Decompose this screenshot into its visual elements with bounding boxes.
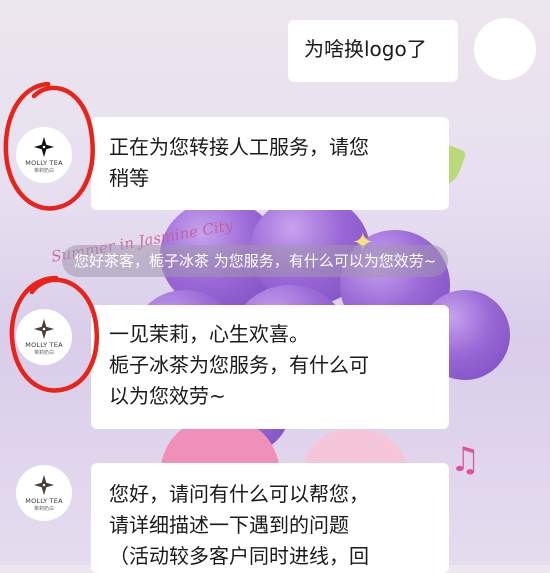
four-petal-logo-icon xyxy=(33,474,55,496)
four-petal-logo-icon xyxy=(33,136,55,158)
message-line: 您好，请问有什么可以帮您， xyxy=(109,482,369,506)
avatar-brand: MOLLY TEA xyxy=(25,159,63,167)
user-message-text: 为啥换logo了 xyxy=(304,37,427,61)
message-line: 以为您效劳~ xyxy=(109,384,226,408)
music-note-icon: ♫ xyxy=(450,440,481,480)
bot-avatar[interactable]: MOLLY TEA 茉莉奶白 xyxy=(16,127,72,183)
message-line: 正在为您转接人工服务，请您 xyxy=(109,135,369,159)
user-avatar[interactable] xyxy=(474,18,536,80)
message-line: 栀子冰茶为您服务，有什么可 xyxy=(109,353,369,377)
avatar-brand-sub: 茉莉奶白 xyxy=(33,168,54,174)
bot-message-bubble[interactable]: 正在为您转接人工服务，请您 稍等 xyxy=(91,117,449,210)
message-line: 稍等 xyxy=(109,166,149,190)
four-petal-logo-icon xyxy=(33,318,55,340)
bot-avatar[interactable]: MOLLY TEA 茉莉奶白 xyxy=(16,309,72,365)
system-notice: 您好茶客，栀子冰茶 为您服务，有什么可以为您效劳~ xyxy=(62,245,449,277)
avatar-brand-sub: 茉莉奶白 xyxy=(33,506,54,512)
message-line: 请详细描述一下遇到的问题 xyxy=(109,513,349,537)
avatar-brand: MOLLY TEA xyxy=(25,497,63,505)
message-line: 一见茉莉，心生欢喜。 xyxy=(109,322,309,346)
avatar-brand: MOLLY TEA xyxy=(25,341,63,349)
message-line: （活动较多客户同时进线，回 xyxy=(109,544,369,568)
bot-message-bubble[interactable]: 一见茉莉，心生欢喜。 栀子冰茶为您服务，有什么可 以为您效劳~ xyxy=(91,305,449,429)
bot-message-bubble[interactable]: 您好，请问有什么可以帮您， 请详细描述一下遇到的问题 （活动较多客户同时进线，回 xyxy=(91,463,449,573)
user-message-bubble[interactable]: 为啥换logo了 xyxy=(288,20,458,82)
bot-avatar[interactable]: MOLLY TEA 茉莉奶白 xyxy=(16,465,72,521)
avatar-brand-sub: 茉莉奶白 xyxy=(33,350,54,356)
